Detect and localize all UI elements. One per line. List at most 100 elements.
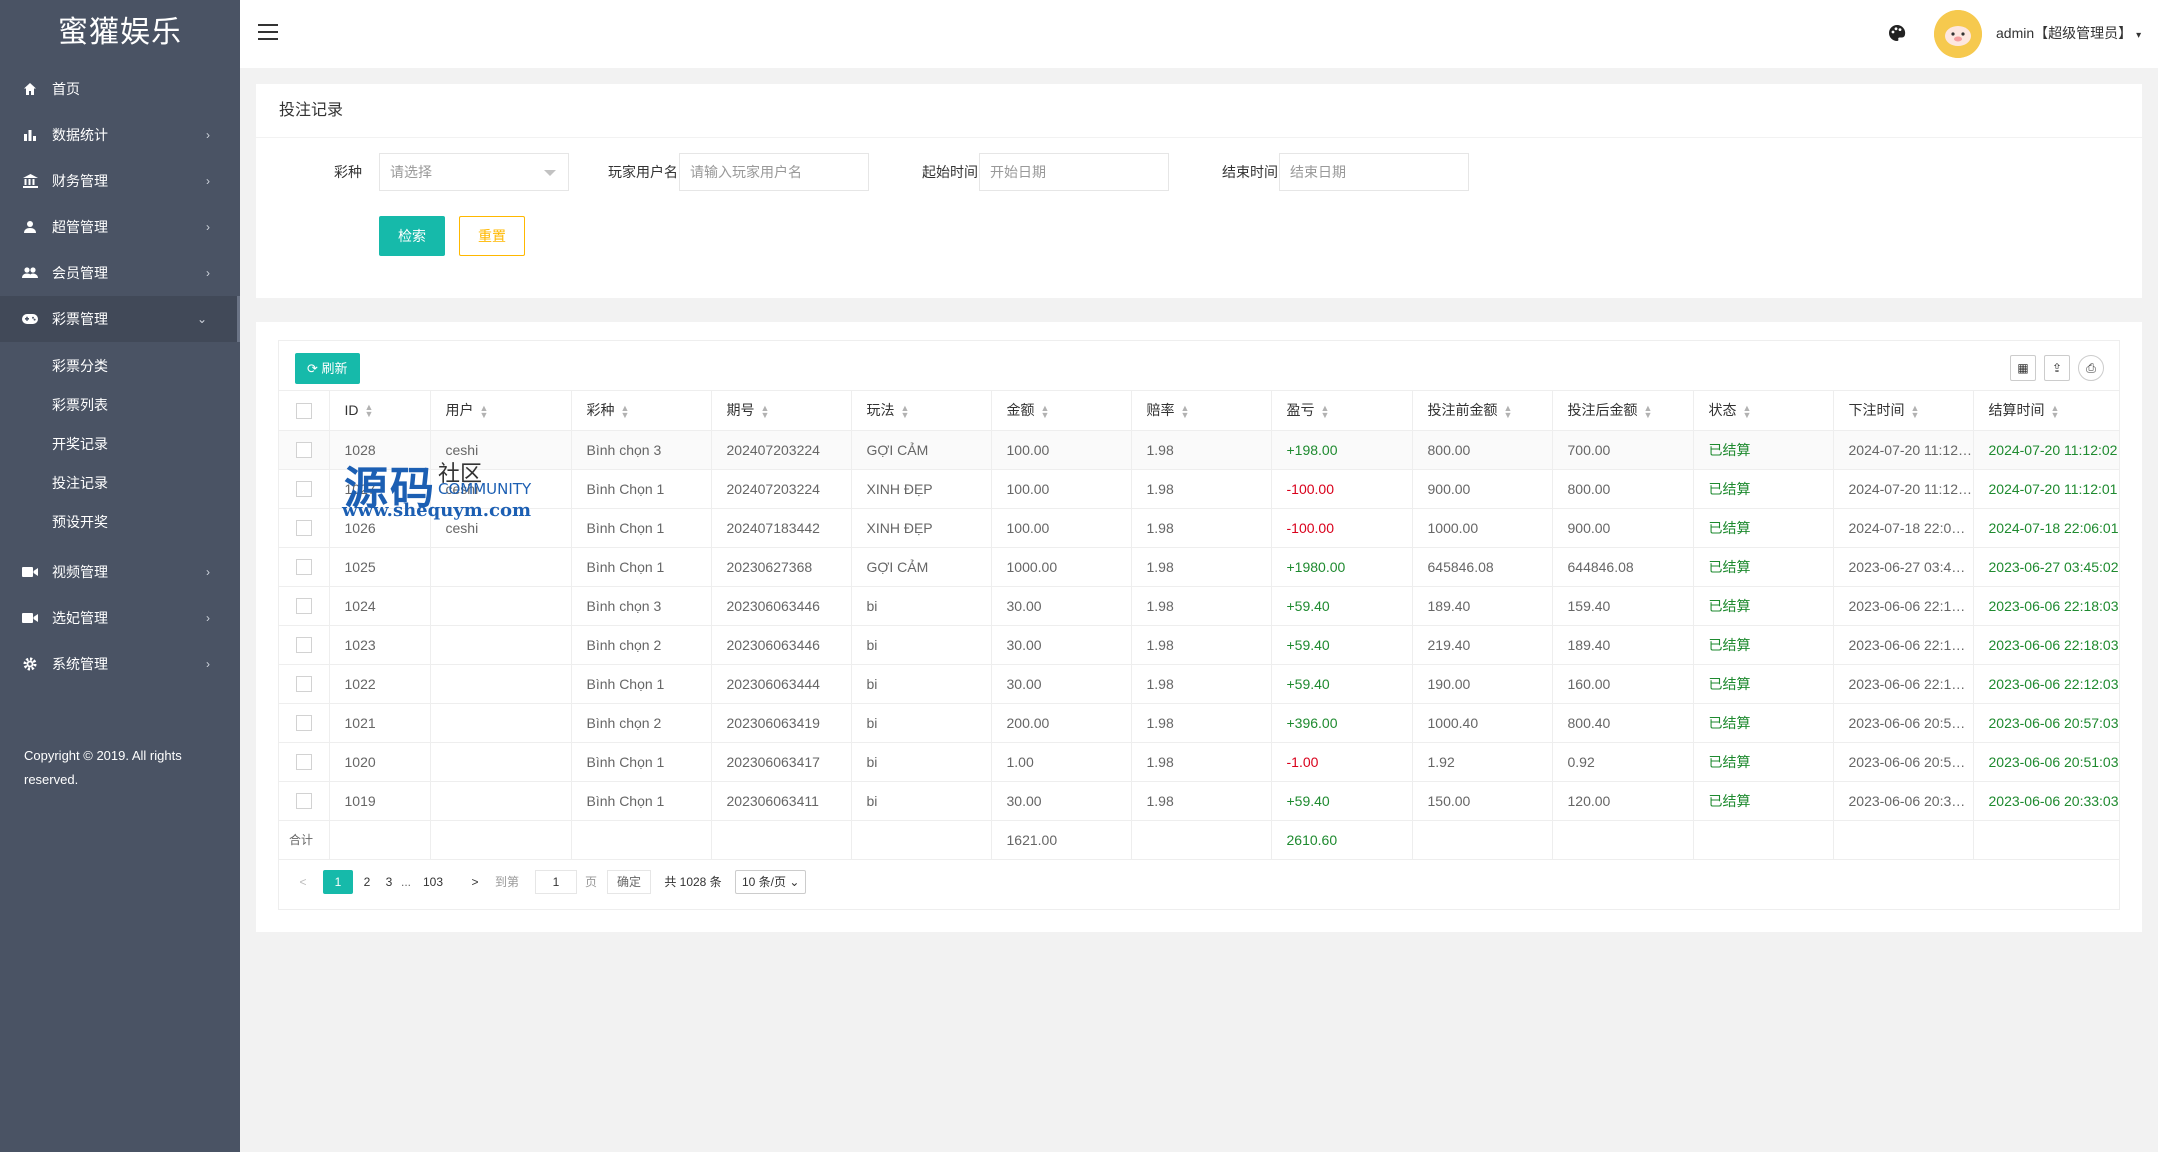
- sidebar-item-sidebar-items2-0[interactable]: 视频管理 ›: [0, 549, 240, 595]
- sidebar-item-sidebar-items2-2[interactable]: 系统管理 ›: [0, 641, 240, 687]
- cell-user: [430, 781, 572, 821]
- row-checkbox[interactable]: [295, 559, 312, 576]
- column-header[interactable]: 投注后金额 ▲ ▼: [1552, 391, 1694, 431]
- sidebar-subitem-0[interactable]: 彩票分类: [0, 347, 240, 386]
- sidebar-item-sidebar-items-5[interactable]: 彩票管理 ⌄: [0, 296, 240, 342]
- sort-icon[interactable]: ▲ ▼: [2051, 403, 2060, 419]
- sort-icon[interactable]: ▲ ▼: [1644, 403, 1653, 419]
- sidebar-subitem-3[interactable]: 投注记录: [0, 464, 240, 503]
- goto-page-input[interactable]: 1: [535, 869, 577, 894]
- sort-icon[interactable]: ▲ ▼: [1181, 403, 1190, 419]
- player-input[interactable]: 请输入玩家用户名: [679, 153, 869, 191]
- cell-bet-time: 2023-06-06 20:51:03: [1833, 742, 1974, 782]
- end-date-input[interactable]: 结束日期: [1279, 153, 1469, 191]
- table-row[interactable]: 1023 Bình chọn 2 202306063446 bi 30.00 1.98 +5…: [279, 625, 2120, 665]
- table-row[interactable]: 1022 Bình Chọn 1 202306063444 bi 30.00 1.98 +5…: [279, 664, 2120, 704]
- sort-icon[interactable]: ▲ ▼: [1504, 403, 1513, 419]
- row-checkbox[interactable]: [295, 481, 312, 498]
- user-menu[interactable]: admin【超级管理员】 ▾: [1996, 0, 2141, 68]
- table-row[interactable]: 1020 Bình Chọn 1 202306063417 bi 1.00 1.98 -1.…: [279, 742, 2120, 782]
- cell-bet-time: 2024-07-18 22:06:01: [1833, 508, 1974, 548]
- column-header[interactable]: 期号 ▲ ▼: [711, 391, 852, 431]
- cell-before: 900.00: [1412, 469, 1553, 509]
- sort-icon[interactable]: ▲ ▼: [365, 403, 374, 419]
- sidebar-item-sidebar-items2-1[interactable]: 选妃管理 ›: [0, 595, 240, 641]
- row-checkbox[interactable]: [295, 715, 312, 732]
- sidebar-item-sidebar-items-3[interactable]: 超管管理 ›: [0, 204, 240, 250]
- cell-amount: 200.00: [991, 703, 1132, 743]
- sort-icon[interactable]: ▲ ▼: [761, 403, 770, 419]
- row-checkbox[interactable]: [295, 793, 312, 810]
- sort-icon[interactable]: ▲ ▼: [1041, 403, 1050, 419]
- reset-button[interactable]: 重置: [459, 216, 525, 256]
- cell-bet-time: 2023-06-06 22:18:03: [1833, 625, 1974, 665]
- export-icon[interactable]: ⇪: [2044, 355, 2070, 381]
- column-header[interactable]: 赔率 ▲ ▼: [1131, 391, 1272, 431]
- table-row[interactable]: 1024 Bình chọn 3 202306063446 bi 30.00 1.98 +5…: [279, 586, 2120, 626]
- lottery-label: 彩种: [334, 164, 362, 180]
- table-row[interactable]: 1021 Bình chọn 2 202306063419 bi 200.00 1.98 +…: [279, 703, 2120, 743]
- goto-confirm-button[interactable]: 确定: [607, 869, 651, 894]
- page-size-select[interactable]: 10 条/页 ⌄: [735, 869, 807, 894]
- column-header[interactable]: ID ▲ ▼: [329, 391, 431, 431]
- cell-status: 已结算: [1693, 469, 1834, 509]
- menu-toggle-icon[interactable]: [258, 24, 278, 42]
- sort-icon[interactable]: ▲ ▼: [901, 403, 910, 419]
- column-header-label: 彩种: [586, 402, 615, 419]
- sort-icon[interactable]: ▲ ▼: [480, 403, 489, 419]
- table-row[interactable]: 1019 Bình Chọn 1 202306063411 bi 30.00 1.98 +5…: [279, 781, 2120, 821]
- lottery-select[interactable]: 请选择: [379, 153, 569, 191]
- sidebar-item-sidebar-items-0[interactable]: 首页: [0, 66, 240, 112]
- select-all-checkbox[interactable]: [295, 402, 312, 419]
- table-row[interactable]: 1025 Bình Chọn 1 20230627368 GỢI CẢM 1000.00…: [279, 547, 2120, 587]
- sidebar-subitem-1[interactable]: 彩票列表: [0, 386, 240, 425]
- avatar[interactable]: [1934, 10, 1982, 58]
- columns-filter-icon[interactable]: ▦: [2010, 355, 2036, 381]
- cell-issue: 202306063446: [711, 625, 852, 665]
- start-date-input[interactable]: 开始日期: [979, 153, 1169, 191]
- caret-down-icon: ▾: [2136, 30, 2142, 41]
- app-logo[interactable]: 蜜獾娱乐: [0, 0, 240, 66]
- prev-page-icon[interactable]: <: [293, 870, 313, 894]
- cell-settle-time: 2023-06-06 22:18:03: [1973, 625, 2120, 665]
- sort-icon[interactable]: ▲ ▼: [1743, 403, 1752, 419]
- row-checkbox[interactable]: [295, 637, 312, 654]
- column-header[interactable]: 盈亏 ▲ ▼: [1271, 391, 1413, 431]
- column-header[interactable]: 投注前金额 ▲ ▼: [1412, 391, 1553, 431]
- sidebar-item-sidebar-items-2[interactable]: 财务管理 ›: [0, 158, 240, 204]
- row-checkbox[interactable]: [295, 754, 312, 771]
- refresh-button[interactable]: ⟳ 刷新: [295, 353, 360, 384]
- page-last[interactable]: 103: [417, 870, 449, 894]
- cell-amount: 1.00: [991, 742, 1132, 782]
- column-header[interactable]: 玩法 ▲ ▼: [851, 391, 992, 431]
- select-arrow-icon: ⌄: [789, 874, 800, 889]
- page-2[interactable]: 2: [357, 870, 377, 894]
- refresh-icon: ⟳: [307, 361, 322, 376]
- sort-icon[interactable]: ▲ ▼: [621, 403, 630, 419]
- sort-icon[interactable]: ▲ ▼: [1321, 403, 1330, 419]
- row-checkbox[interactable]: [295, 676, 312, 693]
- palette-icon[interactable]: [1888, 24, 1906, 42]
- print-icon[interactable]: ⎙: [2078, 355, 2104, 381]
- sort-icon[interactable]: ▲ ▼: [1911, 403, 1920, 419]
- sidebar-subitem-2[interactable]: 开奖记录: [0, 425, 240, 464]
- column-header[interactable]: 金额 ▲ ▼: [991, 391, 1132, 431]
- column-header[interactable]: 下注时间 ▲ ▼: [1833, 391, 1974, 431]
- sidebar-item-sidebar-items-4[interactable]: 会员管理 ›: [0, 250, 240, 296]
- column-header[interactable]: 彩种 ▲ ▼: [571, 391, 712, 431]
- next-page-icon[interactable]: >: [465, 870, 485, 894]
- sidebar-item-sidebar-items-1[interactable]: 数据统计 ›: [0, 112, 240, 158]
- sidebar-subitem-4[interactable]: 预设开奖: [0, 503, 240, 542]
- row-checkbox[interactable]: [295, 598, 312, 615]
- cell-after: 800.40: [1552, 703, 1694, 743]
- row-checkbox[interactable]: [295, 442, 312, 459]
- cell-amount: 100.00: [991, 430, 1132, 470]
- page-3[interactable]: 3: [379, 870, 399, 894]
- column-header[interactable]: 状态 ▲ ▼: [1693, 391, 1834, 431]
- row-checkbox[interactable]: [295, 520, 312, 537]
- column-header[interactable]: 用户 ▲ ▼: [430, 391, 572, 431]
- search-button[interactable]: 检索: [379, 216, 445, 256]
- page-1[interactable]: 1: [323, 869, 353, 894]
- cell-amount: 100.00: [991, 508, 1132, 548]
- column-header[interactable]: 结算时间 ▲ ▼: [1973, 391, 2120, 431]
